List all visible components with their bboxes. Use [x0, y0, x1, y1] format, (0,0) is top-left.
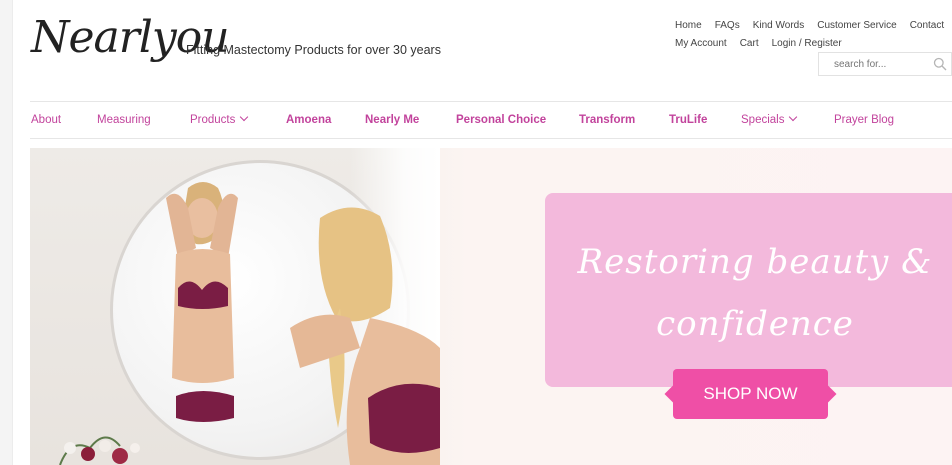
model-reflection-image	[166, 182, 238, 422]
site-tagline: Fitting Mastectomy Products for over 30 …	[186, 43, 441, 57]
hero-headline-line-1: Restoring beauty &	[577, 242, 933, 282]
top-link-my-account[interactable]: My Account	[675, 38, 727, 49]
nav-item-about[interactable]: About	[31, 114, 61, 126]
chevron-down-icon	[789, 112, 798, 122]
top-link-home[interactable]: Home	[675, 20, 702, 31]
nav-item-label: Measuring	[97, 114, 151, 126]
left-rail	[0, 0, 13, 465]
chevron-down-icon	[240, 112, 249, 122]
top-link-cart[interactable]: Cart	[740, 38, 759, 49]
site-logo[interactable]: Nearlyou	[31, 10, 230, 66]
nav-item-label: About	[31, 114, 62, 126]
nav-item-products[interactable]: Products	[190, 112, 249, 126]
nav-item-label: Specials	[741, 114, 785, 126]
shop-now-button[interactable]: SHOP NOW	[673, 369, 828, 419]
nav-item-nearly-me[interactable]: Nearly Me	[365, 114, 419, 126]
nav-item-prayer-blog[interactable]: Prayer Blog	[834, 114, 894, 126]
nav-item-label: Personal Choice	[456, 114, 547, 126]
nav-item-personal-choice[interactable]: Personal Choice	[456, 114, 546, 126]
top-link-customer-service[interactable]: Customer Service	[817, 20, 896, 31]
nav-item-amoena[interactable]: Amoena	[286, 114, 331, 126]
hero-banner[interactable]: Restoring beauty & confidence SHOP NOW	[30, 148, 952, 465]
nav-item-measuring[interactable]: Measuring	[97, 114, 151, 126]
top-links-row-1: Home FAQs Kind Words Customer Service Contac…	[675, 20, 952, 31]
nav-divider-bottom	[30, 138, 952, 139]
hero-headline: Restoring beauty & confidence	[545, 231, 952, 355]
nav-item-label: Nearly Me	[365, 114, 420, 126]
top-link-kind-words[interactable]: Kind Words	[753, 20, 805, 31]
search-input[interactable]	[819, 53, 929, 75]
top-link-login-register[interactable]: Login / Register	[772, 38, 842, 49]
search-icon[interactable]	[933, 57, 947, 71]
nav-item-label: Products	[190, 114, 236, 126]
top-link-faqs[interactable]: FAQs	[715, 20, 740, 31]
nav-divider-top	[30, 101, 952, 102]
nav-item-label: TruLife	[669, 114, 708, 126]
flowers-image	[59, 436, 140, 465]
top-links-row-2: My Account Cart Login / Register	[675, 38, 855, 49]
nav-item-trulife[interactable]: TruLife	[669, 114, 707, 126]
shop-now-label: SHOP NOW	[703, 384, 798, 403]
promo-panel: Restoring beauty & confidence	[545, 193, 952, 387]
nav-item-label: Amoena	[286, 114, 332, 126]
model-back-image	[290, 207, 440, 465]
top-link-contact[interactable]: Contact	[910, 20, 944, 31]
nav-item-transform[interactable]: Transform	[579, 114, 635, 126]
nav-item-label: Prayer Blog	[834, 114, 895, 126]
search-box	[818, 52, 952, 76]
nav-item-specials[interactable]: Specials	[741, 112, 798, 126]
nav-item-label: Transform	[579, 114, 636, 126]
hero-photo	[30, 148, 440, 465]
hero-headline-line-2: confidence	[656, 304, 854, 344]
